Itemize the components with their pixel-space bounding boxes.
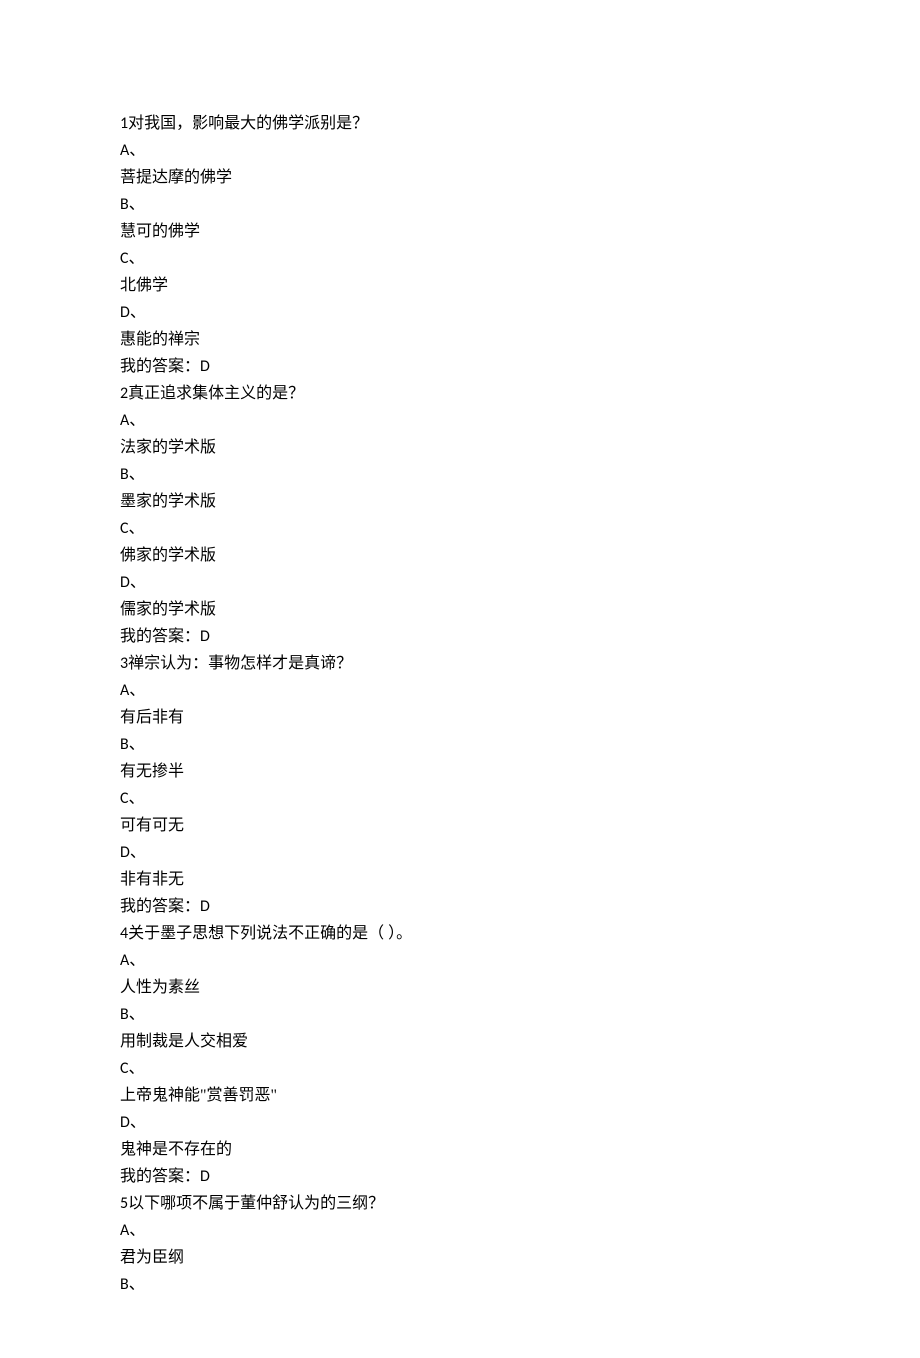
text-line: 3禅宗认为：事物怎样才是真谛？ [120, 650, 800, 677]
option-label: A、 [120, 1221, 145, 1240]
answer-prefix: 我的答案： [120, 898, 200, 915]
option-label: D、 [120, 573, 146, 592]
text-line: 用制裁是人交相爱 [120, 1028, 800, 1055]
option-text: 慧可的佛学 [120, 223, 200, 240]
option-label: C、 [120, 789, 145, 808]
text-line: C、 [120, 515, 800, 542]
text-line: B、 [120, 731, 800, 758]
option-label: B、 [120, 1005, 145, 1024]
text-line: 菩提达摩的佛学 [120, 164, 800, 191]
text-line: 我的答案：D [120, 353, 800, 380]
question-stem: 对我国，影响最大的佛学派别是？ [128, 115, 368, 132]
option-text: 惠能的禅宗 [120, 331, 200, 348]
text-line: 君为臣纲 [120, 1244, 800, 1271]
question-number: 3 [120, 654, 128, 673]
option-text: 有无掺半 [120, 763, 184, 780]
text-line: D、 [120, 1109, 800, 1136]
option-text: 有后非有 [120, 709, 184, 726]
text-line: 我的答案：D [120, 893, 800, 920]
text-line: 人性为素丝 [120, 974, 800, 1001]
text-line: 可有可无 [120, 812, 800, 839]
answer-prefix: 我的答案： [120, 628, 200, 645]
option-text: 菩提达摩的佛学 [120, 169, 232, 186]
text-line: 有后非有 [120, 704, 800, 731]
text-line: A、 [120, 1217, 800, 1244]
text-line: C、 [120, 785, 800, 812]
text-line: 4关于墨子思想下列说法不正确的是（ ）。 [120, 920, 800, 947]
text-line: A、 [120, 677, 800, 704]
text-line: 上帝鬼神能"赏善罚恶" [120, 1082, 800, 1109]
question-stem: 禅宗认为：事物怎样才是真谛？ [128, 655, 352, 672]
answer-value: D [200, 897, 210, 916]
option-label: A、 [120, 681, 145, 700]
text-line: 慧可的佛学 [120, 218, 800, 245]
text-line: 5以下哪项不属于董仲舒认为的三纲？ [120, 1190, 800, 1217]
question-number: 2 [120, 384, 128, 403]
text-line: B、 [120, 1001, 800, 1028]
answer-value: D [200, 627, 210, 646]
option-label: D、 [120, 303, 146, 322]
text-line: B、 [120, 1271, 800, 1298]
option-text: 上帝鬼神能"赏善罚恶" [120, 1087, 277, 1104]
text-line: A、 [120, 137, 800, 164]
text-line: 我的答案：D [120, 623, 800, 650]
text-line: 惠能的禅宗 [120, 326, 800, 353]
text-line: 儒家的学术版 [120, 596, 800, 623]
option-text: 用制裁是人交相爱 [120, 1033, 248, 1050]
question-number: 1 [120, 114, 128, 133]
text-line: 佛家的学术版 [120, 542, 800, 569]
question-stem: 关于墨子思想下列说法不正确的是（ ）。 [128, 925, 412, 942]
option-text: 鬼神是不存在的 [120, 1141, 232, 1158]
option-text: 墨家的学术版 [120, 493, 216, 510]
answer-prefix: 我的答案： [120, 358, 200, 375]
option-text: 法家的学术版 [120, 439, 216, 456]
option-text: 君为臣纲 [120, 1249, 184, 1266]
question-stem: 以下哪项不属于董仲舒认为的三纲？ [128, 1195, 384, 1212]
text-line: 法家的学术版 [120, 434, 800, 461]
text-line: C、 [120, 245, 800, 272]
text-line: D、 [120, 569, 800, 596]
text-line: B、 [120, 461, 800, 488]
text-line: 鬼神是不存在的 [120, 1136, 800, 1163]
answer-value: D [200, 357, 210, 376]
option-label: A、 [120, 951, 145, 970]
option-label: C、 [120, 519, 145, 538]
text-line: D、 [120, 299, 800, 326]
option-text: 儒家的学术版 [120, 601, 216, 618]
option-label: D、 [120, 1113, 146, 1132]
option-label: B、 [120, 735, 145, 754]
text-line: 非有非无 [120, 866, 800, 893]
text-line: 墨家的学术版 [120, 488, 800, 515]
text-line: 北佛学 [120, 272, 800, 299]
option-label: B、 [120, 1275, 145, 1294]
text-line: A、 [120, 407, 800, 434]
option-text: 非有非无 [120, 871, 184, 888]
question-stem: 真正追求集体主义的是？ [128, 385, 304, 402]
option-label: A、 [120, 141, 145, 160]
question-number: 4 [120, 924, 128, 943]
option-text: 人性为素丝 [120, 979, 200, 996]
text-line: 有无掺半 [120, 758, 800, 785]
text-line: C、 [120, 1055, 800, 1082]
option-label: C、 [120, 1059, 145, 1078]
text-line: 1对我国，影响最大的佛学派别是？ [120, 110, 800, 137]
text-line: 我的答案：D [120, 1163, 800, 1190]
option-label: D、 [120, 843, 146, 862]
text-line: B、 [120, 191, 800, 218]
option-label: C、 [120, 249, 145, 268]
question-number: 5 [120, 1194, 128, 1213]
answer-value: D [200, 1167, 210, 1186]
text-line: D、 [120, 839, 800, 866]
option-text: 北佛学 [120, 277, 168, 294]
option-label: B、 [120, 195, 145, 214]
option-text: 可有可无 [120, 817, 184, 834]
option-label: B、 [120, 465, 145, 484]
answer-prefix: 我的答案： [120, 1168, 200, 1185]
option-text: 佛家的学术版 [120, 547, 216, 564]
text-line: A、 [120, 947, 800, 974]
option-label: A、 [120, 411, 145, 430]
text-line: 2真正追求集体主义的是？ [120, 380, 800, 407]
